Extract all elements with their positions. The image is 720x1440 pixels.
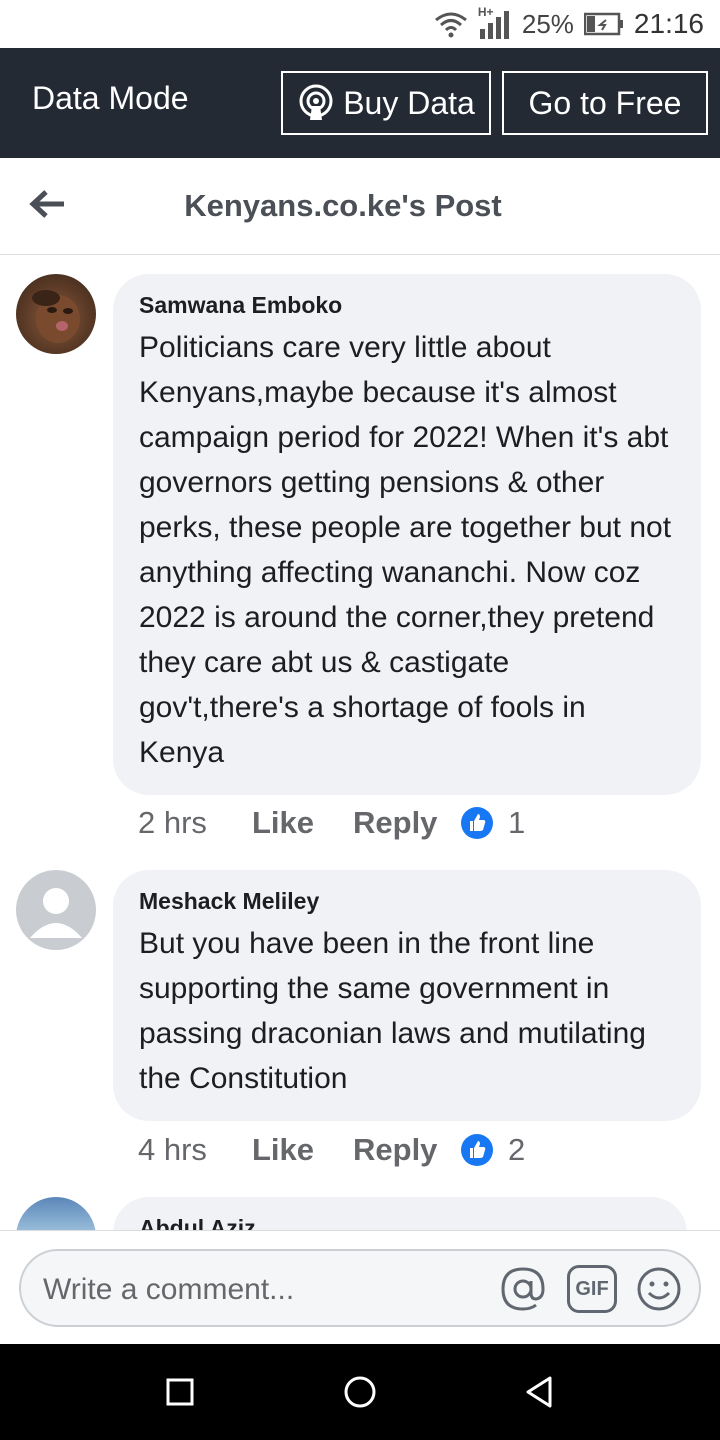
- like-count[interactable]: 1: [508, 805, 525, 841]
- avatar[interactable]: [16, 274, 96, 354]
- comment-composer: GIF: [19, 1249, 701, 1327]
- gif-label: GIF: [575, 1277, 609, 1300]
- comment-text: Politicians care very little about Kenya…: [139, 331, 672, 769]
- go-to-free-label: Go to Free: [528, 84, 682, 121]
- comment-composer-bar: GIF: [0, 1230, 720, 1345]
- radio-broadcast-icon: [299, 84, 333, 120]
- data-mode-banner: Data Mode Buy Data Go to Free: [0, 48, 720, 158]
- post-header: Kenyans.co.ke's Post: [0, 158, 720, 255]
- thumbs-up-icon: [461, 807, 493, 839]
- thumbs-up-icon: [461, 1134, 493, 1166]
- battery-icon: [583, 12, 623, 36]
- system-nav-bar: [0, 1344, 720, 1440]
- status-bar: H+ 25% 21:16: [0, 0, 720, 48]
- comment-text: But you have been in the front line supp…: [139, 927, 646, 1095]
- wifi-icon: [434, 12, 467, 38]
- reply-button[interactable]: Reply: [353, 805, 460, 841]
- comment-input[interactable]: [41, 1271, 465, 1309]
- like-count[interactable]: 2: [508, 1132, 525, 1168]
- page-title: Kenyans.co.ke's Post: [184, 188, 502, 223]
- go-to-free-button[interactable]: Go to Free: [502, 71, 708, 135]
- smiley-icon[interactable]: [635, 1265, 683, 1313]
- avatar[interactable]: [16, 1197, 96, 1230]
- avatar[interactable]: [16, 870, 96, 950]
- status-indicators: H+ 25% 21:16: [434, 0, 704, 48]
- comment-author[interactable]: Samwana Emboko: [139, 292, 677, 319]
- comment-bubble[interactable]: Abdul Aziz: [113, 1197, 687, 1230]
- like-button[interactable]: Like: [252, 805, 353, 841]
- comment-actions: 2 hrs Like Reply 1: [138, 803, 525, 843]
- comment-time: 4 hrs: [138, 1132, 207, 1167]
- buy-data-label: Buy Data: [343, 84, 475, 121]
- clock: 21:16: [633, 8, 704, 39]
- signal-icon: H+: [478, 5, 512, 41]
- comment-author[interactable]: Abdul Aziz: [139, 1215, 663, 1230]
- triangle-back-icon[interactable]: [520, 1372, 560, 1412]
- default-avatar-icon: [30, 888, 82, 938]
- comment-actions: 4 hrs Like Reply 2: [138, 1130, 525, 1170]
- comment-time: 2 hrs: [138, 805, 207, 840]
- comment-bubble[interactable]: Samwana Emboko Politicians care very lit…: [113, 274, 701, 795]
- buy-data-button[interactable]: Buy Data: [281, 71, 491, 135]
- battery-percent: 25%: [521, 8, 574, 39]
- comment-list: Samwana Emboko Politicians care very lit…: [0, 255, 720, 1230]
- reply-button[interactable]: Reply: [353, 1132, 460, 1168]
- square-icon[interactable]: [160, 1372, 200, 1412]
- data-mode-label: Data Mode: [32, 80, 189, 116]
- comment-bubble[interactable]: Meshack Meliley But you have been in the…: [113, 870, 701, 1121]
- circle-icon[interactable]: [340, 1372, 380, 1412]
- like-button[interactable]: Like: [252, 1132, 353, 1168]
- at-sign-icon[interactable]: [499, 1265, 547, 1313]
- comment-author[interactable]: Meshack Meliley: [139, 888, 677, 915]
- gif-icon[interactable]: GIF: [567, 1265, 617, 1313]
- avatar-photo: [32, 290, 80, 343]
